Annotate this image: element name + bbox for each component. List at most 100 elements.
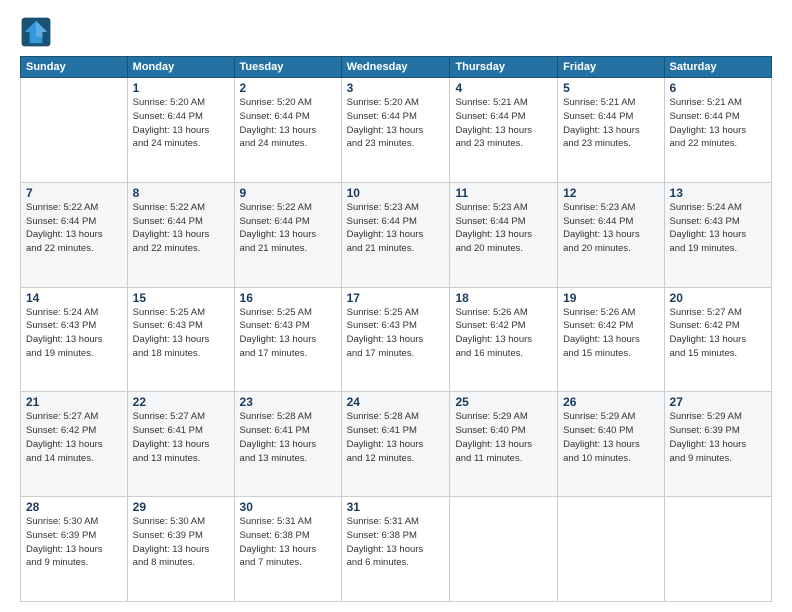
day-info: Sunrise: 5:27 AMSunset: 6:41 PMDaylight:… bbox=[133, 410, 229, 465]
day-number: 26 bbox=[563, 395, 658, 409]
calendar-header-row: SundayMondayTuesdayWednesdayThursdayFrid… bbox=[21, 57, 772, 78]
week-row-1: 7Sunrise: 5:22 AMSunset: 6:44 PMDaylight… bbox=[21, 182, 772, 287]
day-info: Sunrise: 5:24 AMSunset: 6:43 PMDaylight:… bbox=[26, 306, 122, 361]
week-row-2: 14Sunrise: 5:24 AMSunset: 6:43 PMDayligh… bbox=[21, 287, 772, 392]
day-number: 28 bbox=[26, 500, 122, 514]
day-number: 7 bbox=[26, 186, 122, 200]
day-cell: 9Sunrise: 5:22 AMSunset: 6:44 PMDaylight… bbox=[234, 182, 341, 287]
day-info: Sunrise: 5:30 AMSunset: 6:39 PMDaylight:… bbox=[133, 515, 229, 570]
day-cell: 28Sunrise: 5:30 AMSunset: 6:39 PMDayligh… bbox=[21, 497, 128, 602]
week-row-3: 21Sunrise: 5:27 AMSunset: 6:42 PMDayligh… bbox=[21, 392, 772, 497]
day-info: Sunrise: 5:23 AMSunset: 6:44 PMDaylight:… bbox=[347, 201, 445, 256]
day-number: 3 bbox=[347, 81, 445, 95]
logo bbox=[20, 16, 56, 48]
day-cell: 31Sunrise: 5:31 AMSunset: 6:38 PMDayligh… bbox=[341, 497, 450, 602]
day-number: 23 bbox=[240, 395, 336, 409]
day-number: 10 bbox=[347, 186, 445, 200]
day-cell: 6Sunrise: 5:21 AMSunset: 6:44 PMDaylight… bbox=[664, 78, 771, 183]
day-info: Sunrise: 5:20 AMSunset: 6:44 PMDaylight:… bbox=[240, 96, 336, 151]
day-cell: 29Sunrise: 5:30 AMSunset: 6:39 PMDayligh… bbox=[127, 497, 234, 602]
day-cell: 20Sunrise: 5:27 AMSunset: 6:42 PMDayligh… bbox=[664, 287, 771, 392]
day-info: Sunrise: 5:22 AMSunset: 6:44 PMDaylight:… bbox=[26, 201, 122, 256]
logo-icon bbox=[20, 16, 52, 48]
day-info: Sunrise: 5:23 AMSunset: 6:44 PMDaylight:… bbox=[455, 201, 552, 256]
day-cell: 5Sunrise: 5:21 AMSunset: 6:44 PMDaylight… bbox=[558, 78, 664, 183]
day-cell bbox=[558, 497, 664, 602]
day-cell: 21Sunrise: 5:27 AMSunset: 6:42 PMDayligh… bbox=[21, 392, 128, 497]
day-cell: 10Sunrise: 5:23 AMSunset: 6:44 PMDayligh… bbox=[341, 182, 450, 287]
day-number: 27 bbox=[670, 395, 766, 409]
day-info: Sunrise: 5:31 AMSunset: 6:38 PMDaylight:… bbox=[240, 515, 336, 570]
day-cell: 22Sunrise: 5:27 AMSunset: 6:41 PMDayligh… bbox=[127, 392, 234, 497]
day-cell: 23Sunrise: 5:28 AMSunset: 6:41 PMDayligh… bbox=[234, 392, 341, 497]
day-cell: 4Sunrise: 5:21 AMSunset: 6:44 PMDaylight… bbox=[450, 78, 558, 183]
day-info: Sunrise: 5:20 AMSunset: 6:44 PMDaylight:… bbox=[133, 96, 229, 151]
day-number: 25 bbox=[455, 395, 552, 409]
day-number: 21 bbox=[26, 395, 122, 409]
day-number: 2 bbox=[240, 81, 336, 95]
day-number: 15 bbox=[133, 291, 229, 305]
day-number: 30 bbox=[240, 500, 336, 514]
day-cell: 30Sunrise: 5:31 AMSunset: 6:38 PMDayligh… bbox=[234, 497, 341, 602]
day-number: 9 bbox=[240, 186, 336, 200]
day-info: Sunrise: 5:29 AMSunset: 6:40 PMDaylight:… bbox=[563, 410, 658, 465]
header-cell-wednesday: Wednesday bbox=[341, 57, 450, 78]
day-cell: 27Sunrise: 5:29 AMSunset: 6:39 PMDayligh… bbox=[664, 392, 771, 497]
day-number: 22 bbox=[133, 395, 229, 409]
header-cell-saturday: Saturday bbox=[664, 57, 771, 78]
day-cell bbox=[664, 497, 771, 602]
day-cell: 1Sunrise: 5:20 AMSunset: 6:44 PMDaylight… bbox=[127, 78, 234, 183]
day-cell bbox=[450, 497, 558, 602]
day-info: Sunrise: 5:25 AMSunset: 6:43 PMDaylight:… bbox=[133, 306, 229, 361]
week-row-0: 1Sunrise: 5:20 AMSunset: 6:44 PMDaylight… bbox=[21, 78, 772, 183]
day-number: 24 bbox=[347, 395, 445, 409]
day-number: 29 bbox=[133, 500, 229, 514]
day-cell: 2Sunrise: 5:20 AMSunset: 6:44 PMDaylight… bbox=[234, 78, 341, 183]
week-row-4: 28Sunrise: 5:30 AMSunset: 6:39 PMDayligh… bbox=[21, 497, 772, 602]
day-cell: 25Sunrise: 5:29 AMSunset: 6:40 PMDayligh… bbox=[450, 392, 558, 497]
header-cell-friday: Friday bbox=[558, 57, 664, 78]
day-info: Sunrise: 5:28 AMSunset: 6:41 PMDaylight:… bbox=[347, 410, 445, 465]
day-number: 13 bbox=[670, 186, 766, 200]
day-info: Sunrise: 5:30 AMSunset: 6:39 PMDaylight:… bbox=[26, 515, 122, 570]
day-number: 6 bbox=[670, 81, 766, 95]
header bbox=[20, 16, 772, 48]
day-info: Sunrise: 5:25 AMSunset: 6:43 PMDaylight:… bbox=[347, 306, 445, 361]
day-info: Sunrise: 5:23 AMSunset: 6:44 PMDaylight:… bbox=[563, 201, 658, 256]
header-cell-thursday: Thursday bbox=[450, 57, 558, 78]
day-number: 1 bbox=[133, 81, 229, 95]
day-number: 17 bbox=[347, 291, 445, 305]
day-number: 16 bbox=[240, 291, 336, 305]
day-info: Sunrise: 5:21 AMSunset: 6:44 PMDaylight:… bbox=[670, 96, 766, 151]
day-cell: 11Sunrise: 5:23 AMSunset: 6:44 PMDayligh… bbox=[450, 182, 558, 287]
calendar-table: SundayMondayTuesdayWednesdayThursdayFrid… bbox=[20, 56, 772, 602]
day-info: Sunrise: 5:29 AMSunset: 6:40 PMDaylight:… bbox=[455, 410, 552, 465]
day-cell: 12Sunrise: 5:23 AMSunset: 6:44 PMDayligh… bbox=[558, 182, 664, 287]
day-info: Sunrise: 5:27 AMSunset: 6:42 PMDaylight:… bbox=[26, 410, 122, 465]
day-cell: 18Sunrise: 5:26 AMSunset: 6:42 PMDayligh… bbox=[450, 287, 558, 392]
day-number: 18 bbox=[455, 291, 552, 305]
day-number: 8 bbox=[133, 186, 229, 200]
day-info: Sunrise: 5:24 AMSunset: 6:43 PMDaylight:… bbox=[670, 201, 766, 256]
day-cell: 3Sunrise: 5:20 AMSunset: 6:44 PMDaylight… bbox=[341, 78, 450, 183]
day-cell: 17Sunrise: 5:25 AMSunset: 6:43 PMDayligh… bbox=[341, 287, 450, 392]
day-cell bbox=[21, 78, 128, 183]
day-number: 12 bbox=[563, 186, 658, 200]
day-cell: 16Sunrise: 5:25 AMSunset: 6:43 PMDayligh… bbox=[234, 287, 341, 392]
day-number: 14 bbox=[26, 291, 122, 305]
day-number: 19 bbox=[563, 291, 658, 305]
day-info: Sunrise: 5:29 AMSunset: 6:39 PMDaylight:… bbox=[670, 410, 766, 465]
day-cell: 14Sunrise: 5:24 AMSunset: 6:43 PMDayligh… bbox=[21, 287, 128, 392]
day-cell: 15Sunrise: 5:25 AMSunset: 6:43 PMDayligh… bbox=[127, 287, 234, 392]
day-cell: 8Sunrise: 5:22 AMSunset: 6:44 PMDaylight… bbox=[127, 182, 234, 287]
header-cell-monday: Monday bbox=[127, 57, 234, 78]
day-info: Sunrise: 5:26 AMSunset: 6:42 PMDaylight:… bbox=[455, 306, 552, 361]
header-cell-tuesday: Tuesday bbox=[234, 57, 341, 78]
day-info: Sunrise: 5:27 AMSunset: 6:42 PMDaylight:… bbox=[670, 306, 766, 361]
day-info: Sunrise: 5:20 AMSunset: 6:44 PMDaylight:… bbox=[347, 96, 445, 151]
day-info: Sunrise: 5:25 AMSunset: 6:43 PMDaylight:… bbox=[240, 306, 336, 361]
day-info: Sunrise: 5:22 AMSunset: 6:44 PMDaylight:… bbox=[240, 201, 336, 256]
day-info: Sunrise: 5:26 AMSunset: 6:42 PMDaylight:… bbox=[563, 306, 658, 361]
day-number: 11 bbox=[455, 186, 552, 200]
day-info: Sunrise: 5:21 AMSunset: 6:44 PMDaylight:… bbox=[563, 96, 658, 151]
